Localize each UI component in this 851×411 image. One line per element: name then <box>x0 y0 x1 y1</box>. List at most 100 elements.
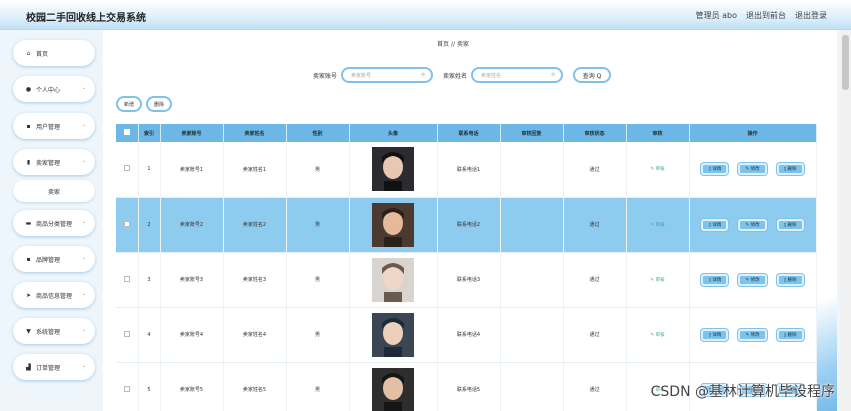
scrollbar-thumb[interactable] <box>842 35 849 90</box>
sidebar-item-brands[interactable]: ▪ 品牌管理 ⌄ <box>13 246 95 272</box>
sidebar-item-label: 系统管理 <box>36 328 61 336</box>
row-select-cell[interactable] <box>116 252 139 308</box>
row-select-cell[interactable] <box>116 197 139 253</box>
edit-button[interactable]: ✎ 修改 <box>738 163 767 176</box>
status-cell: 通过 <box>563 252 627 308</box>
breadcrumb-home[interactable]: 首页 <box>437 41 449 48</box>
account-label: 卖家账号 <box>313 72 338 80</box>
status-cell: 通过 <box>563 142 627 198</box>
audit-link[interactable]: ✎ 审核 <box>650 223 664 228</box>
select-all-checkbox[interactable] <box>123 129 130 135</box>
chevron-down-icon: ⌄ <box>81 85 86 91</box>
back-to-front-link[interactable]: 退出到前台 <box>746 10 786 21</box>
column-header: 审核状态 <box>563 124 627 142</box>
row-checkbox[interactable] <box>123 385 130 392</box>
row-delete-button[interactable]: ▯ 删除 <box>776 273 804 286</box>
detail-button[interactable]: ▯ 详情 <box>701 163 729 176</box>
vertical-scrollbar[interactable] <box>840 30 851 411</box>
row-checkbox[interactable] <box>123 330 130 337</box>
row-delete-button[interactable]: ▯ 删除 <box>776 328 804 341</box>
detail-button[interactable]: ▯ 详情 <box>701 328 729 341</box>
add-button[interactable]: 新增 <box>116 96 143 112</box>
table-row[interactable]: 4 卖家账号4 卖家姓名4 男 联系电话4 通过 ✎ 审核 ▯ 详情 ✎ 修改 ▯ 删除 <box>116 307 817 363</box>
reply-cell <box>500 252 564 308</box>
table-header-row: 索引 卖家账号 卖家姓名 性别 头像 联系电话 审核回复 审核状态 审核 操作 <box>116 124 817 142</box>
clear-icon[interactable]: ⊗ <box>551 72 555 78</box>
pin-icon: ▼ <box>26 327 31 335</box>
grid-icon: ▪ <box>26 122 31 130</box>
account-search-input[interactable]: 卖家账号 ⊗ <box>341 67 434 83</box>
name-cell: 卖家姓名4 <box>223 307 287 363</box>
row-checkbox[interactable] <box>123 220 130 227</box>
chevron-down-icon: ⌄ <box>81 327 86 333</box>
detail-button[interactable]: ▯ 详情 <box>701 218 729 231</box>
gender-cell: 男 <box>286 362 350 411</box>
home-icon: ⌂ <box>26 49 31 57</box>
sidebar-item-profile[interactable]: ● 个人中心 ⌄ <box>13 76 95 102</box>
table-row[interactable]: 2 卖家账号2 卖家姓名2 男 联系电话2 通过 ✎ 审核 ▯ 详情 ✎ 修改 ▯ 删除 <box>116 197 817 253</box>
sidebar-item-system[interactable]: ▼ 系统管理 ⌄ <box>13 318 95 344</box>
sidebar-item-label: 用户管理 <box>36 123 61 131</box>
user-icon: ● <box>25 85 32 93</box>
select-all-header[interactable] <box>116 124 139 142</box>
name-placeholder: 卖家姓名 <box>481 72 502 79</box>
seller-table: 索引 卖家账号 卖家姓名 性别 头像 联系电话 审核回复 审核状态 审核 操作 … <box>116 124 817 411</box>
index-cell: 1 <box>138 142 161 198</box>
edit-button[interactable]: ✎ 修改 <box>738 328 767 341</box>
edit-button[interactable]: ✎ 修改 <box>738 273 767 286</box>
admin-label: 管理员 abo <box>695 11 737 20</box>
logout-link[interactable]: 退出登录 <box>795 10 827 21</box>
row-select-cell[interactable] <box>116 142 139 198</box>
sidebar-item-label: 订单管理 <box>36 364 61 372</box>
edit-button[interactable]: ✎ 修改 <box>738 218 767 231</box>
audit-link[interactable]: ✎ 审核 <box>650 278 664 283</box>
top-header: 校园二手回收线上交易系统 管理员 abo 退出到前台 退出登录 <box>0 0 851 30</box>
status-cell: 通过 <box>563 307 627 363</box>
delete-button[interactable]: 删除 <box>146 96 173 112</box>
chevron-down-icon: ⌄ <box>81 291 86 297</box>
row-delete-button[interactable]: ▯ 删除 <box>776 218 804 231</box>
operations-cell: ▯ 详情 ✎ 修改 ▯ 删除 <box>689 197 817 253</box>
name-cell: 卖家姓名2 <box>223 197 287 253</box>
sidebar-item-home[interactable]: ⌂ 首页 <box>13 40 95 66</box>
query-button[interactable]: 查询 Q <box>573 67 612 83</box>
audit-link[interactable]: ✎ 审核 <box>650 167 664 172</box>
phone-cell: 联系电话4 <box>437 307 501 363</box>
table-row[interactable]: 3 卖家账号3 卖家姓名3 男 联系电话3 通过 ✎ 审核 ▯ 详情 ✎ 修改 ▯ 删除 <box>116 252 817 308</box>
sidebar-item-label: 商品信息管理 <box>36 292 73 300</box>
sidebar-item-label: 品牌管理 <box>36 256 61 264</box>
avatar-cell <box>349 142 438 198</box>
send-icon: ➤ <box>25 291 32 299</box>
column-header: 操作 <box>689 124 817 142</box>
sidebar: ⌂ 首页 ● 个人中心 ⌄ ▪ 用户管理 ⌄ ▮ 卖家管理 ⌄ 卖家 ▬ 商品分类管理 ⌄ ▪ 品牌… <box>0 30 100 411</box>
row-select-cell[interactable] <box>116 362 139 411</box>
detail-button[interactable]: ▯ 详情 <box>701 273 729 286</box>
avatar-cell <box>349 362 438 411</box>
grid-icon: ▪ <box>26 255 31 263</box>
sidebar-item-users[interactable]: ▪ 用户管理 ⌄ <box>13 113 95 139</box>
account-cell: 卖家账号2 <box>160 197 224 253</box>
sidebar-item-categories[interactable]: ▬ 商品分类管理 ⌄ <box>13 210 95 236</box>
sidebar-item-products[interactable]: ➤ 商品信息管理 ⌄ <box>13 282 95 308</box>
sidebar-item-sellers[interactable]: ▮ 卖家管理 ⌄ <box>13 149 95 175</box>
sidebar-subitem-seller[interactable]: 卖家 <box>13 180 95 202</box>
table-row[interactable]: 1 卖家账号1 卖家姓名1 男 联系电话1 通过 ✎ 审核 ▯ 详情 ✎ 修改 ▯ 删除 <box>116 142 817 198</box>
reply-cell <box>500 307 564 363</box>
row-select-cell[interactable] <box>116 307 139 363</box>
sidebar-item-orders[interactable]: ▟ 订单管理 ⌄ <box>13 354 95 380</box>
name-search-input[interactable]: 卖家姓名 ⊗ <box>471 67 564 83</box>
row-delete-button[interactable]: ▯ 删除 <box>776 163 804 176</box>
gender-cell: 男 <box>286 197 350 253</box>
phone-cell: 联系电话2 <box>437 197 501 253</box>
account-cell: 卖家账号1 <box>160 142 224 198</box>
column-header: 联系电话 <box>437 124 501 142</box>
row-checkbox[interactable] <box>123 275 130 282</box>
reply-cell <box>500 362 564 411</box>
clear-icon[interactable]: ⊗ <box>421 72 425 78</box>
top-right-links: 管理员 abo 退出到前台 退出登录 <box>696 10 827 21</box>
audit-link[interactable]: ✎ 审核 <box>650 333 664 338</box>
doc-icon: ▮ <box>26 158 31 166</box>
phone-cell: 联系电话5 <box>437 362 501 411</box>
audit-cell: ✎ 审核 <box>626 307 690 363</box>
row-checkbox[interactable] <box>123 165 130 172</box>
